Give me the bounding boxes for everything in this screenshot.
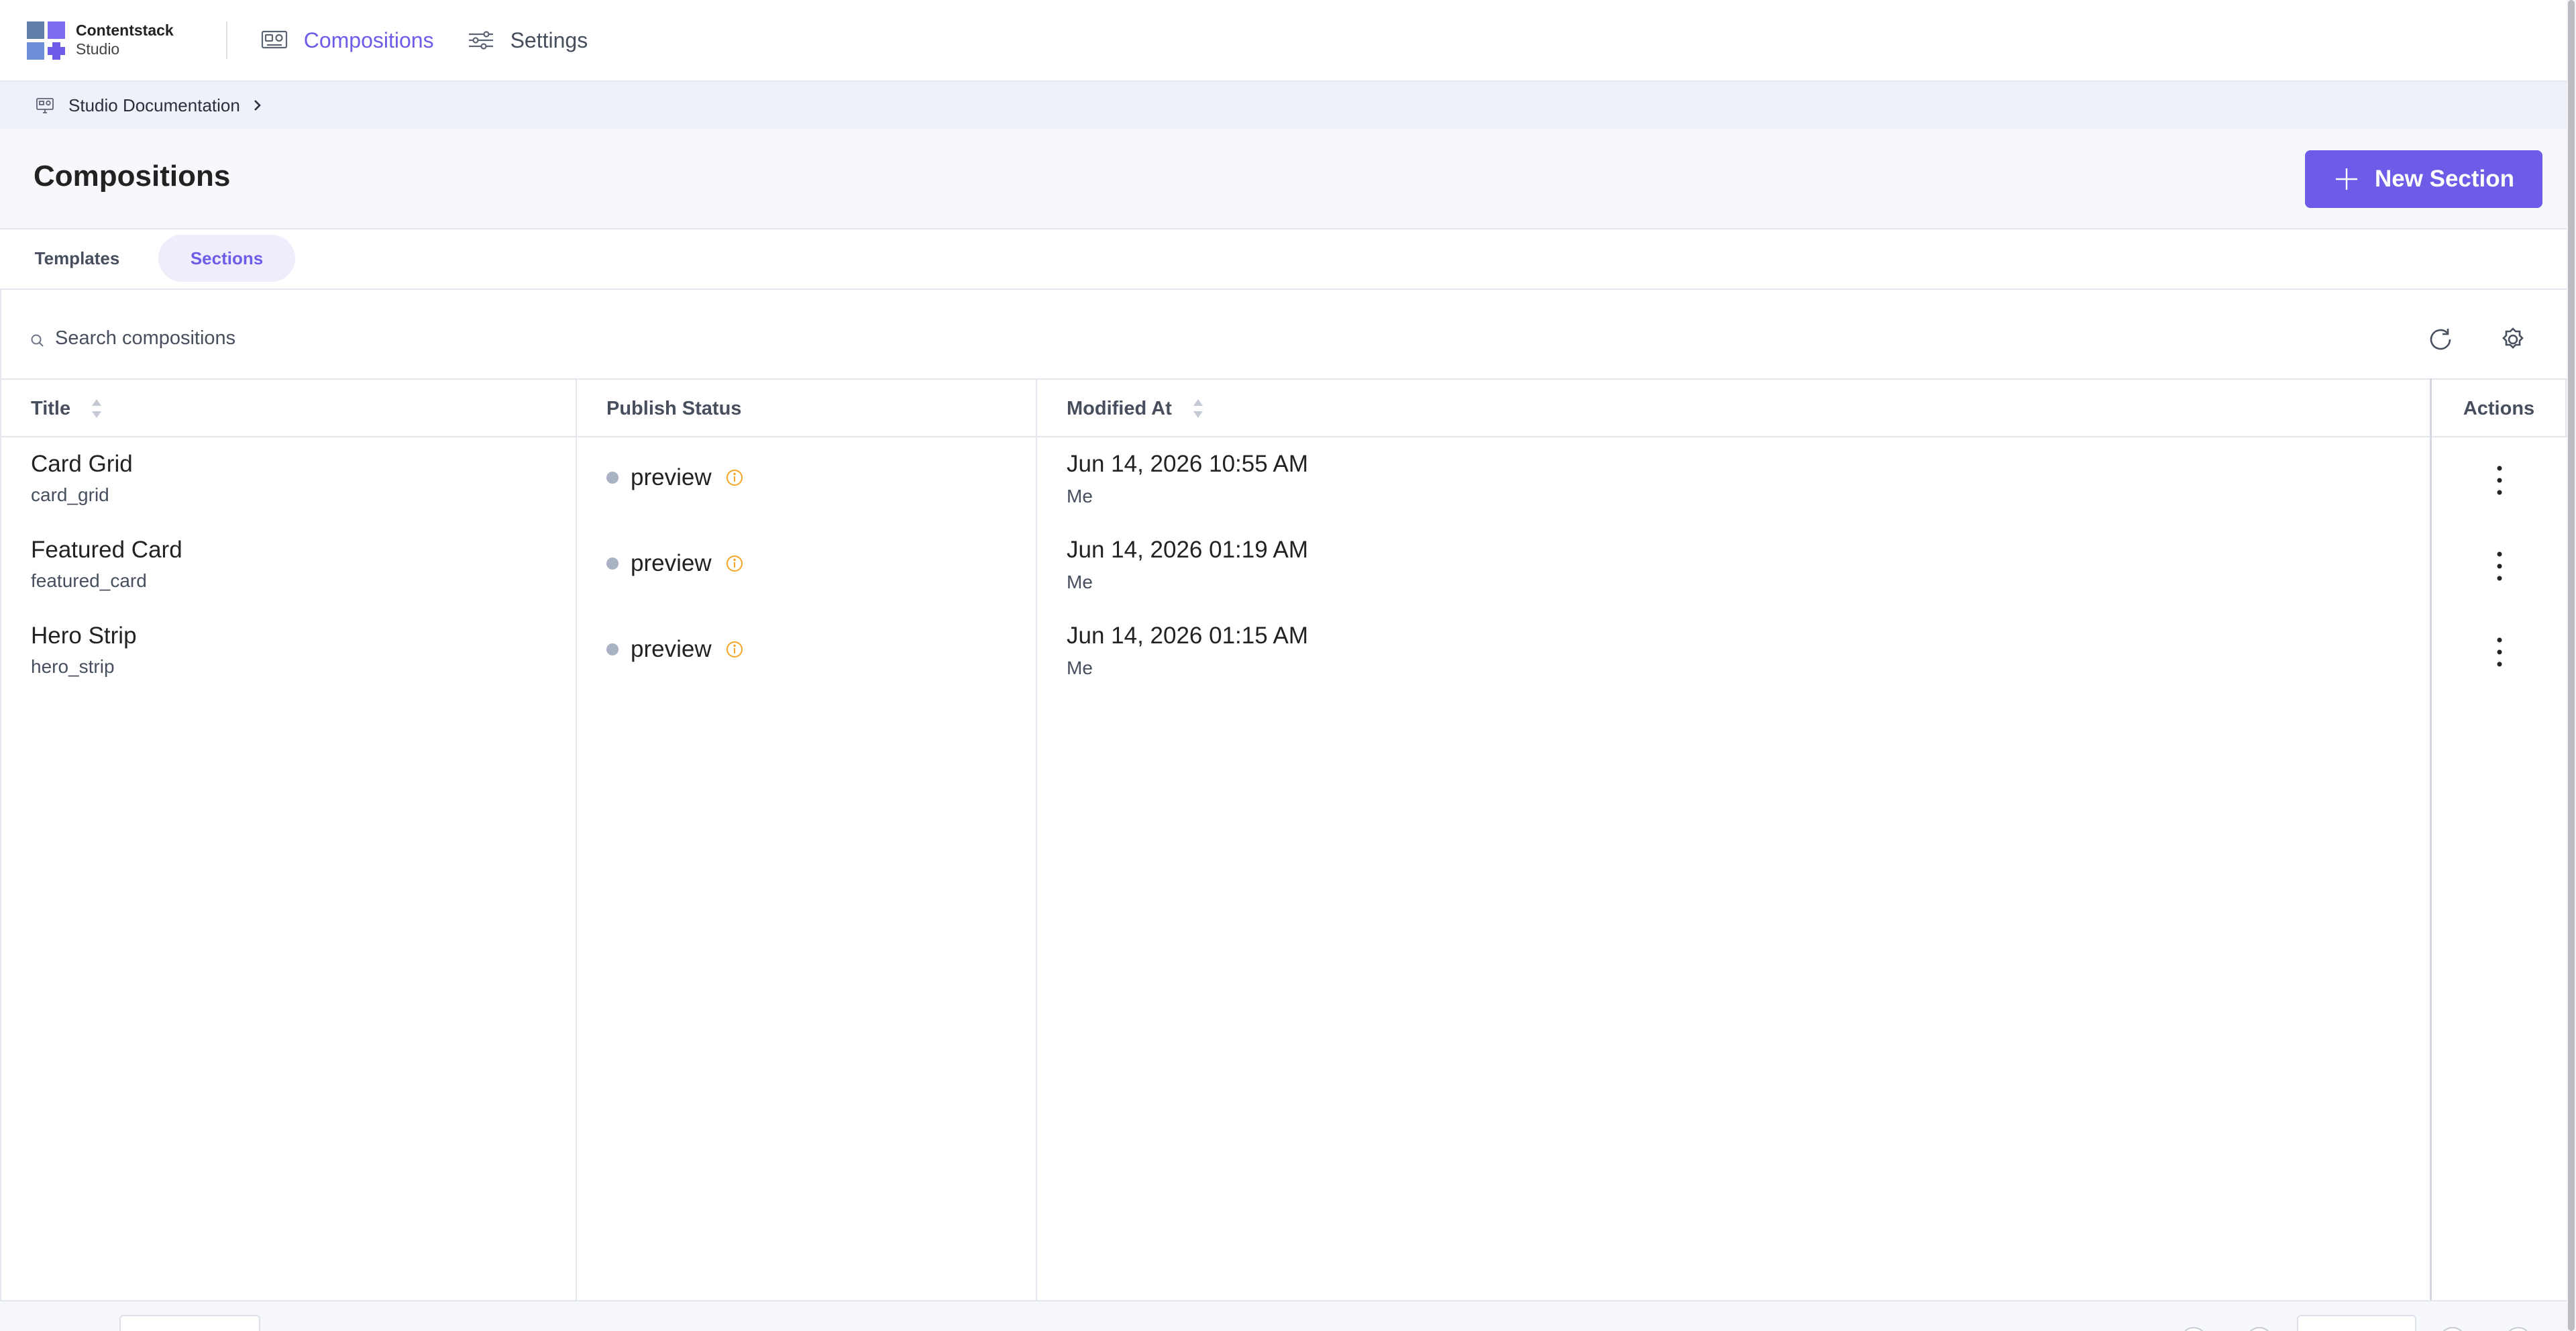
project-icon [36, 98, 54, 113]
table-row[interactable]: Card Grid card_grid preview Jun 14, 2026… [1, 437, 2564, 523]
pagination-bar [0, 1300, 2567, 1331]
search-toolbar [1, 290, 2568, 378]
first-page-button[interactable] [2180, 1327, 2207, 1331]
brand[interactable]: Contentstack Studio [27, 21, 174, 60]
nav-item-label: Compositions [303, 28, 434, 52]
nav-item-label: Settings [510, 28, 588, 52]
brand-subtitle: Studio [76, 40, 120, 58]
modified-by: Me [1067, 657, 1093, 678]
sort-icon[interactable] [1191, 397, 1205, 420]
contentstack-logo-icon [27, 21, 65, 60]
title-cell: Card Grid card_grid [31, 451, 133, 506]
status-text: preview [631, 464, 712, 490]
page-scrollbar[interactable] [2567, 0, 2576, 1331]
status-dot [606, 472, 619, 484]
table-header: Title Publish Status Modified At Actions [1, 378, 2567, 437]
next-page-button[interactable] [2439, 1327, 2466, 1331]
modified-by: Me [1067, 486, 1093, 507]
compositions-icon [261, 30, 287, 49]
column-header-label: Modified At [1067, 397, 1172, 419]
column-header-publish-status: Publish Status [606, 380, 741, 437]
tab-sections[interactable]: Sections [158, 235, 295, 282]
gear-icon[interactable] [2497, 323, 2529, 356]
nav-divider [225, 21, 227, 59]
modified-cell: Jun 14, 2026 01:15 AM Me [1067, 623, 1308, 679]
column-header-title[interactable]: Title [31, 380, 104, 437]
status-cell: preview [606, 636, 744, 663]
status-cell: preview [606, 464, 744, 491]
more-vertical-icon[interactable] [2486, 633, 2513, 671]
nav-item-compositions[interactable]: Compositions [260, 25, 434, 55]
modified-by: Me [1067, 572, 1093, 592]
sort-icon[interactable] [89, 397, 104, 420]
sliders-icon [468, 31, 493, 50]
modified-cell: Jun 14, 2026 10:55 AM Me [1067, 451, 1308, 507]
row-uid: card_grid [31, 484, 109, 505]
plus-icon [2335, 168, 2357, 190]
breadcrumb-project-link[interactable]: Studio Documentation [68, 95, 240, 116]
row-title[interactable]: Hero Strip [31, 623, 137, 649]
more-vertical-icon[interactable] [2486, 547, 2513, 585]
previous-page-button[interactable] [2246, 1327, 2273, 1331]
status-dot [606, 643, 619, 655]
tab-bar: Templates Sections [0, 229, 2567, 290]
row-title[interactable]: Featured Card [31, 537, 182, 564]
row-title[interactable]: Card Grid [31, 451, 133, 478]
column-header-actions: Actions [2431, 380, 2567, 437]
column-header-modified-at[interactable]: Modified At [1067, 380, 1205, 437]
page-number-input[interactable] [2297, 1315, 2416, 1331]
modified-date: Jun 14, 2026 10:55 AM [1067, 451, 1308, 477]
info-icon[interactable] [725, 554, 744, 573]
breadcrumb: Studio Documentation [0, 82, 2567, 129]
status-dot [606, 557, 619, 570]
column-header-label: Publish Status [606, 397, 742, 419]
title-cell: Hero Strip hero_strip [31, 623, 137, 678]
search-input[interactable] [55, 323, 659, 353]
brand-name: Contentstack [76, 21, 174, 40]
page-title: Compositions [34, 160, 231, 193]
title-cell: Featured Card featured_card [31, 537, 182, 592]
row-uid: hero_strip [31, 656, 115, 677]
last-page-button[interactable] [2505, 1327, 2532, 1331]
info-icon[interactable] [725, 468, 744, 487]
compositions-list: Title Publish Status Modified At Actions [0, 290, 2567, 1300]
chevron-right-icon[interactable] [250, 98, 264, 113]
brand-text: Contentstack Studio [76, 21, 174, 58]
status-cell: preview [606, 550, 744, 577]
page-size-select[interactable] [119, 1315, 260, 1331]
scrollbar-thumb[interactable] [2568, 0, 2575, 1331]
info-icon[interactable] [725, 640, 744, 659]
modified-date: Jun 14, 2026 01:19 AM [1067, 537, 1308, 563]
page-header: Compositions New Section [0, 129, 2567, 229]
row-uid: featured_card [31, 570, 147, 591]
status-text: preview [631, 550, 712, 576]
table-row[interactable]: Featured Card featured_card preview Jun … [1, 523, 2564, 609]
more-vertical-icon[interactable] [2486, 462, 2513, 499]
top-navigation: Contentstack Studio Compositions Setting… [0, 0, 2567, 82]
modified-cell: Jun 14, 2026 01:19 AM Me [1067, 537, 1308, 593]
new-section-button[interactable]: New Section [2305, 150, 2542, 208]
new-section-button-label: New Section [2374, 166, 2515, 192]
column-header-label: Actions [2463, 397, 2535, 419]
status-text: preview [631, 636, 712, 662]
search-icon [31, 334, 44, 347]
table-row[interactable]: Hero Strip hero_strip preview Jun 14, 20… [1, 609, 2564, 695]
modified-date: Jun 14, 2026 01:15 AM [1067, 623, 1308, 649]
nav-item-settings[interactable]: Settings [466, 25, 588, 55]
column-header-label: Title [31, 397, 71, 419]
refresh-icon[interactable] [2424, 323, 2457, 356]
compositions-table: Title Publish Status Modified At Actions [1, 378, 2567, 1300]
tab-templates[interactable]: Templates [11, 235, 144, 282]
